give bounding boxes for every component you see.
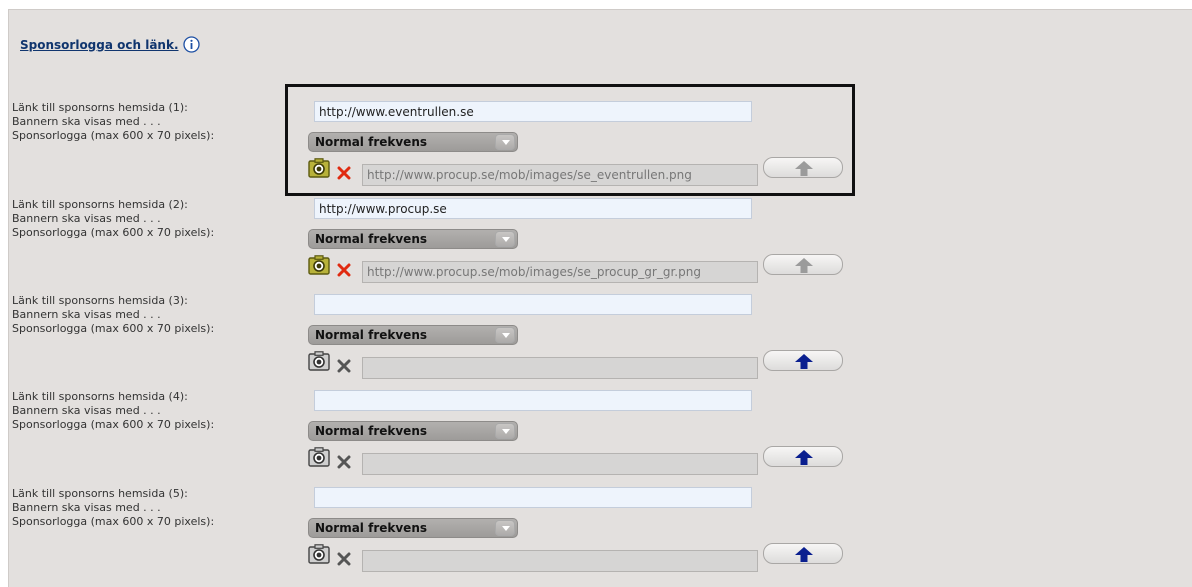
logo-path-field (362, 550, 758, 572)
sponsor-url-input[interactable] (314, 390, 752, 411)
sponsor-logo-label: Sponsorlogga (max 600 x 70 pixels): (12, 129, 215, 142)
camera-icon[interactable] (308, 351, 330, 371)
banner-frequency-label: Bannern ska visas med . . . (12, 212, 161, 225)
frequency-select-value: Normal frekvens (315, 328, 428, 342)
banner-frequency-label: Bannern ska visas med . . . (12, 404, 161, 417)
banner-frequency-label: Bannern ska visas med . . . (12, 308, 161, 321)
banner-frequency-label: Bannern ska visas med . . . (12, 115, 161, 128)
info-circle-icon[interactable] (182, 36, 200, 53)
chevron-down-icon[interactable] (495, 327, 515, 343)
logo-path-field (362, 357, 758, 379)
sponsor-link-label: Länk till sponsorns hemsida (4): (12, 390, 188, 403)
chevron-down-icon[interactable] (495, 134, 515, 150)
frequency-select-value: Normal frekvens (315, 232, 428, 246)
sponsor-labels: Länk till sponsorns hemsida (4): Bannern… (12, 390, 214, 432)
upload-button[interactable] (763, 350, 843, 371)
logo-path-field: http://www.procup.se/mob/images/se_event… (362, 164, 758, 186)
upload-button[interactable] (763, 254, 843, 275)
sponsor-labels: Länk till sponsorns hemsida (1): Bannern… (12, 101, 214, 143)
sponsor-labels: Länk till sponsorns hemsida (5): Bannern… (12, 487, 214, 529)
sponsor-link-label: Länk till sponsorns hemsida (1): (12, 101, 188, 114)
sponsor-logo-label: Sponsorlogga (max 600 x 70 pixels): (12, 418, 215, 431)
sponsor-labels: Länk till sponsorns hemsida (2): Bannern… (12, 198, 214, 240)
frequency-select-value: Normal frekvens (315, 135, 428, 149)
sponsor-url-input[interactable] (314, 294, 752, 315)
sponsor-link-label: Länk till sponsorns hemsida (2): (12, 198, 188, 211)
delete-x-icon[interactable] (337, 454, 351, 469)
sponsor-url-input[interactable] (314, 198, 752, 219)
delete-x-icon[interactable] (337, 551, 351, 566)
camera-icon[interactable] (308, 447, 330, 467)
delete-x-icon[interactable] (337, 358, 351, 373)
upload-button[interactable] (763, 543, 843, 564)
upload-button[interactable] (763, 446, 843, 467)
delete-x-icon[interactable] (337, 262, 351, 277)
section-title-link[interactable]: Sponsorlogga och länk. (20, 38, 179, 52)
camera-icon[interactable] (308, 255, 330, 275)
sponsor-link-label: Länk till sponsorns hemsida (5): (12, 487, 188, 500)
frequency-select[interactable]: Normal frekvens (308, 325, 518, 345)
frequency-select-value: Normal frekvens (315, 424, 428, 438)
sponsor-logo-label: Sponsorlogga (max 600 x 70 pixels): (12, 226, 215, 239)
logo-path-field: http://www.procup.se/mob/images/se_procu… (362, 261, 758, 283)
delete-x-icon[interactable] (337, 165, 351, 180)
frequency-select[interactable]: Normal frekvens (308, 518, 518, 538)
sponsor-logo-label: Sponsorlogga (max 600 x 70 pixels): (12, 322, 215, 335)
sponsor-url-input[interactable] (314, 101, 752, 122)
frequency-select[interactable]: Normal frekvens (308, 132, 518, 152)
banner-frequency-label: Bannern ska visas med . . . (12, 501, 161, 514)
camera-icon[interactable] (308, 544, 330, 564)
chevron-down-icon[interactable] (495, 423, 515, 439)
chevron-down-icon[interactable] (495, 231, 515, 247)
section-heading: Sponsorlogga och länk. (20, 36, 200, 53)
logo-path-field (362, 453, 758, 475)
chevron-down-icon[interactable] (495, 520, 515, 536)
camera-icon[interactable] (308, 158, 330, 178)
upload-button[interactable] (763, 157, 843, 178)
frequency-select[interactable]: Normal frekvens (308, 421, 518, 441)
sponsor-logo-label: Sponsorlogga (max 600 x 70 pixels): (12, 515, 215, 528)
frequency-select-value: Normal frekvens (315, 521, 428, 535)
sponsor-link-label: Länk till sponsorns hemsida (3): (12, 294, 188, 307)
sponsor-labels: Länk till sponsorns hemsida (3): Bannern… (12, 294, 214, 336)
sponsor-url-input[interactable] (314, 487, 752, 508)
frequency-select[interactable]: Normal frekvens (308, 229, 518, 249)
